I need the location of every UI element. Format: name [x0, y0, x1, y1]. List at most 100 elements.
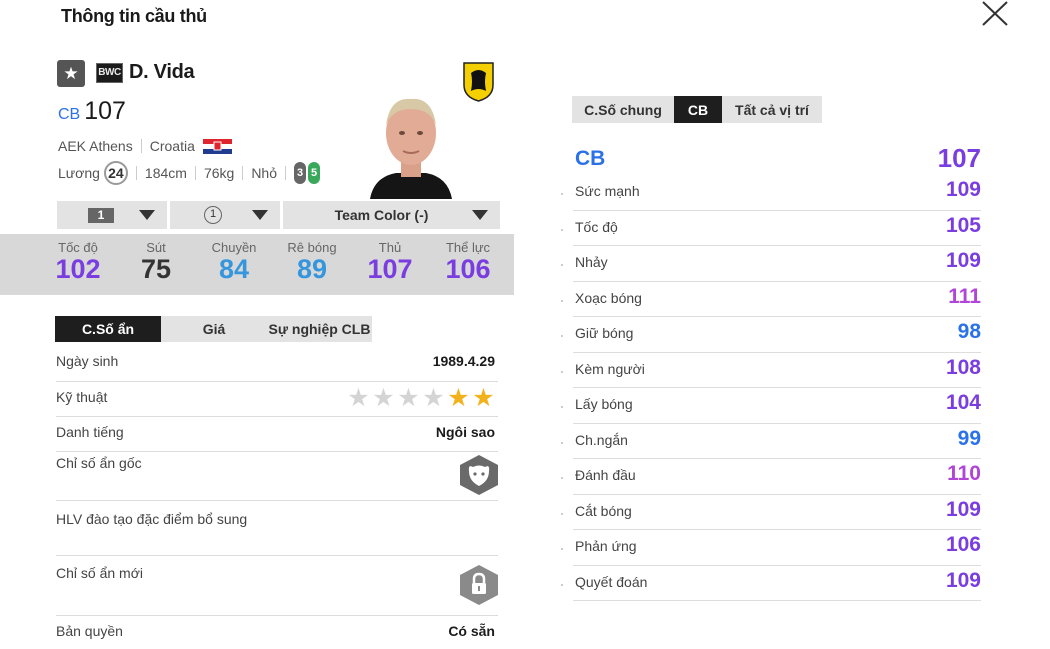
star-icon: ★: [347, 384, 370, 412]
divider: [135, 166, 137, 180]
main-stat-label: Rê bóng: [287, 240, 337, 255]
row-dot: [561, 299, 563, 302]
row-dot: [561, 406, 563, 408]
divider: [285, 166, 286, 180]
main-stat: Sút 75: [121, 240, 191, 283]
stat-row: Quyết đoán 109: [561, 566, 981, 601]
coach-traits-row: HLV đào tạo đặc điểm bổ sung: [56, 501, 498, 556]
stat-value: 105: [945, 213, 981, 237]
main-stat-label: Tốc độ: [58, 240, 98, 255]
divider: [140, 139, 142, 153]
row-dot: [561, 441, 563, 444]
stat-tabs: C.Số chung CB Tất cả vị trí: [572, 96, 822, 123]
tab-hidden-stats[interactable]: C.Số ẩn: [55, 316, 161, 342]
stat-value: 109: [945, 249, 981, 272]
stat-value: 99: [957, 426, 981, 450]
tab-price[interactable]: Giá: [161, 316, 267, 342]
page-title: Thông tin cầu thủ: [61, 6, 207, 26]
stat-row: Cắt bóng 109: [561, 495, 981, 530]
row-dot: [561, 512, 563, 515]
stat-label: Quyết đoán: [575, 573, 648, 590]
tab-all-positions[interactable]: Tất cả vị trí: [722, 96, 822, 123]
main-stat-label: Thể lực: [445, 240, 491, 255]
star-icon: ★: [57, 60, 85, 87]
stat-label: Nhảy: [575, 254, 608, 270]
team-color-rank-dropdown[interactable]: 1: [170, 201, 280, 229]
stat-value: 104: [945, 391, 981, 414]
stat-label: Sức mạnh: [575, 183, 640, 199]
position-overall: CB 107: [58, 97, 126, 126]
stat-value: 109: [945, 497, 981, 521]
main-stat-label: Sút: [146, 240, 166, 255]
chevron-down-icon: [139, 210, 155, 220]
tab-position-cb[interactable]: CB: [674, 96, 722, 123]
new-traits-row: Chỉ số ẩn mới: [56, 556, 498, 616]
player-photo: [366, 93, 456, 199]
main-stat-value: 102: [55, 254, 101, 284]
fame-value: Ngôi sao: [435, 424, 495, 440]
tab-club-career[interactable]: Sự nghiệp CLB: [267, 316, 372, 342]
row-dot: [561, 335, 563, 337]
trait-icon[interactable]: [460, 455, 498, 495]
birth-label: Ngày sinh: [56, 353, 119, 369]
stat-row: Giữ bóng 98: [561, 317, 981, 353]
close-icon[interactable]: [980, 0, 1010, 28]
row-dot: [561, 477, 563, 479]
star-icon: ★: [447, 384, 470, 412]
coach-traits-label: HLV đào tạo đặc điểm bổ sung: [56, 511, 248, 527]
tab-general-stats[interactable]: C.Số chung: [572, 96, 674, 123]
info-tabs: C.Số ẩn Giá Sự nghiệp CLB: [55, 316, 372, 342]
body-type-value: Nhỏ: [251, 165, 277, 181]
birth-row: Ngày sinh 1989.4.29: [56, 346, 498, 382]
stat-row: Ch.ngắn 99: [561, 424, 981, 459]
star-icon: ★: [372, 384, 395, 412]
club-nation-row: AEK Athens Croatia: [58, 138, 232, 154]
club-logo-icon: [462, 61, 495, 102]
row-dot: [561, 228, 563, 231]
stat-label: Kèm người: [575, 360, 645, 377]
stat-row: Tốc độ 105: [561, 211, 981, 246]
stat-value: 108: [945, 355, 981, 379]
star-icon: ★: [397, 384, 420, 412]
main-stat-value: 106: [445, 254, 491, 284]
stat-row: Phản ứng 106: [561, 530, 981, 566]
main-stat-label: Chuyền: [211, 240, 257, 255]
stat-label: Tốc độ: [575, 218, 618, 235]
divider: [242, 166, 244, 180]
lock-icon[interactable]: [460, 565, 498, 605]
overall-value: 107: [84, 97, 126, 125]
row-dot: [561, 370, 563, 373]
stat-label: Ch.ngắn: [575, 431, 628, 448]
star-icon: ★: [472, 384, 495, 412]
main-stat: Thể lực 106: [433, 240, 503, 283]
main-stat-value: 107: [367, 254, 413, 284]
season-badge: BWC: [96, 63, 123, 83]
stat-value: 98: [957, 320, 981, 343]
stat-label: Xoạc bóng: [575, 289, 642, 306]
weight-value: 76kg: [203, 165, 235, 181]
skill-label: Kỹ thuật: [56, 389, 108, 405]
main-stat-value: 84: [218, 254, 250, 284]
stat-label: Lấy bóng: [575, 396, 633, 412]
stat-label: Giữ bóng: [575, 325, 634, 341]
left-foot-icon: 3: [294, 162, 306, 184]
main-stat-label: Thủ: [378, 240, 402, 255]
main-stat: Tốc độ 102: [43, 240, 113, 283]
base-traits-label: Chỉ số ẩn gốc: [56, 455, 142, 471]
star-icon: ★: [422, 384, 445, 412]
player-name: D. Vida: [129, 61, 195, 83]
stat-label: Cắt bóng: [575, 502, 632, 519]
chevron-down-icon: [252, 210, 268, 220]
position-label: CB: [58, 106, 81, 123]
level-dropdown[interactable]: 1: [57, 201, 167, 229]
club-name: AEK Athens: [58, 138, 133, 154]
team-color-label: Team Color (-): [334, 207, 429, 223]
team-color-dropdown[interactable]: Team Color (-): [283, 201, 500, 229]
stat-label: Đánh đầu: [575, 467, 636, 483]
croatia-flag-icon: [202, 138, 232, 154]
nation-name: Croatia: [149, 138, 195, 154]
main-stat-value: 75: [140, 254, 172, 284]
stat-row: Sức mạnh 109: [561, 175, 981, 211]
main-stat: Chuyền 84: [199, 240, 269, 283]
stat-row: Nhảy 109: [561, 246, 981, 282]
